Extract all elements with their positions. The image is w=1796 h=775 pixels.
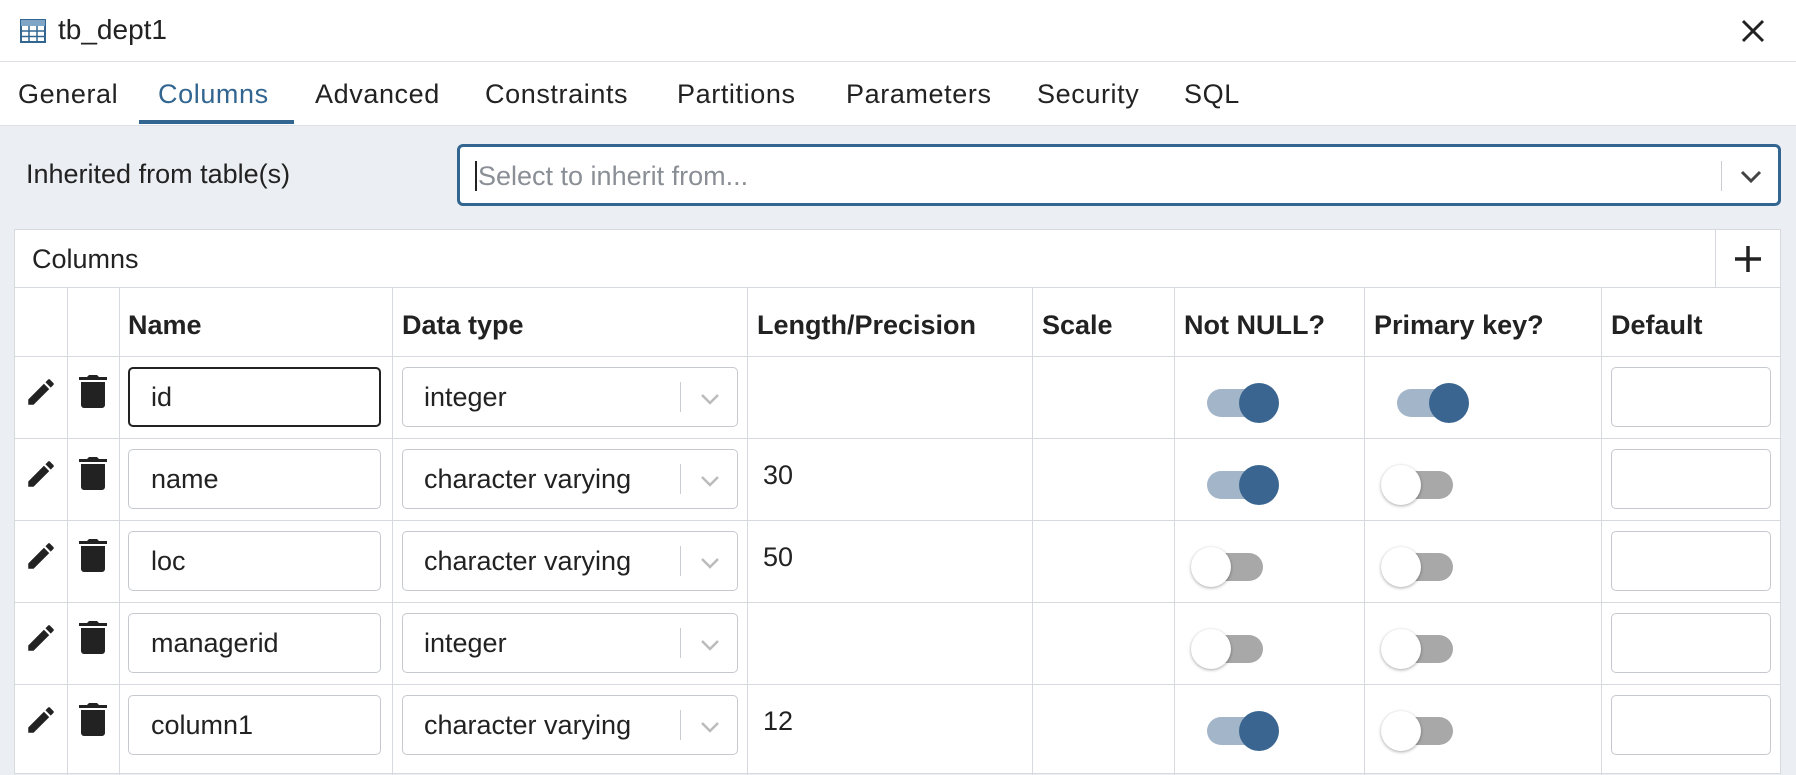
grid-line <box>1174 288 1175 775</box>
chevron-down-icon <box>701 476 719 487</box>
column-name-input[interactable]: loc <box>128 531 381 591</box>
add-column-button[interactable] <box>1715 230 1780 287</box>
header-data-type: Data type <box>402 310 524 340</box>
grid-line <box>1364 288 1365 775</box>
header-name: Name <box>128 310 202 340</box>
edit-icon[interactable] <box>24 621 58 655</box>
inherit-label: Inherited from table(s) <box>26 159 291 189</box>
columns-panel: Columns Name Data type Length/Precision … <box>14 229 1781 775</box>
grid-line <box>15 356 1780 357</box>
select-separator <box>680 464 681 494</box>
data-type-select[interactable]: integer <box>402 613 738 673</box>
chevron-down-icon <box>701 722 719 733</box>
primary-key-toggle[interactable] <box>1381 457 1457 505</box>
trash-icon[interactable] <box>79 456 107 490</box>
tab-advanced[interactable]: Advanced <box>315 78 440 110</box>
length-value[interactable]: 12 <box>763 705 793 737</box>
not-null-toggle[interactable] <box>1203 703 1279 751</box>
grid-line <box>15 684 1780 685</box>
active-tab-indicator <box>139 120 294 124</box>
columns-panel-title: Columns <box>32 244 139 274</box>
default-value-input[interactable] <box>1611 613 1771 673</box>
edit-icon[interactable] <box>24 457 58 491</box>
data-type-value: character varying <box>424 710 632 740</box>
dialog-title: tb_dept1 <box>58 14 167 45</box>
not-null-toggle[interactable] <box>1203 375 1279 423</box>
select-separator <box>1721 161 1722 191</box>
tab-columns[interactable]: Columns <box>158 78 269 110</box>
primary-key-toggle[interactable] <box>1381 539 1457 587</box>
grid-line <box>15 520 1780 521</box>
data-type-value: character varying <box>424 546 632 576</box>
column-name-input[interactable]: id <box>128 367 381 427</box>
tab-partitions[interactable]: Partitions <box>677 78 796 110</box>
close-icon[interactable] <box>1738 16 1768 46</box>
length-value[interactable]: 30 <box>763 459 793 491</box>
grid-line <box>1032 288 1033 775</box>
data-type-select[interactable]: character varying <box>402 449 738 509</box>
data-type-select[interactable]: integer <box>402 367 738 427</box>
trash-icon[interactable] <box>79 702 107 736</box>
chevron-down-icon <box>701 558 719 569</box>
inherit-select[interactable]: Select to inherit from... <box>457 144 1781 206</box>
tab-security[interactable]: Security <box>1037 78 1139 110</box>
header-not-null: Not NULL? <box>1184 310 1325 340</box>
select-separator <box>680 628 681 658</box>
tab-general[interactable]: General <box>18 78 118 110</box>
grid-line <box>15 438 1780 439</box>
select-separator <box>680 546 681 576</box>
grid-line <box>67 288 68 775</box>
text-caret <box>475 161 477 191</box>
grid-line <box>392 288 393 775</box>
edit-icon[interactable] <box>24 539 58 573</box>
select-separator <box>680 382 681 412</box>
default-value-input[interactable] <box>1611 695 1771 755</box>
primary-key-toggle[interactable] <box>1381 703 1457 751</box>
primary-key-toggle[interactable] <box>1393 375 1469 423</box>
column-name-input[interactable]: name <box>128 449 381 509</box>
header-default: Default <box>1611 310 1703 340</box>
default-value-input[interactable] <box>1611 367 1771 427</box>
plus-icon <box>1735 246 1761 272</box>
default-value-input[interactable] <box>1611 531 1771 591</box>
edit-icon[interactable] <box>24 375 58 409</box>
data-type-value: character varying <box>424 464 632 494</box>
tab-parameters[interactable]: Parameters <box>846 78 992 110</box>
primary-key-toggle[interactable] <box>1381 621 1457 669</box>
header-primary-key: Primary key? <box>1374 310 1544 340</box>
tab-bar: General Columns Advanced Constraints Par… <box>0 62 1796 126</box>
column-name-input[interactable]: column1 <box>128 695 381 755</box>
trash-icon[interactable] <box>79 538 107 572</box>
column-name-input[interactable]: managerid <box>128 613 381 673</box>
table-icon <box>20 19 46 43</box>
tab-sql[interactable]: SQL <box>1184 78 1240 110</box>
grid-line <box>747 288 748 775</box>
columns-panel-header: Columns <box>15 230 1780 288</box>
not-null-toggle[interactable] <box>1203 457 1279 505</box>
edit-icon[interactable] <box>24 703 58 737</box>
not-null-toggle[interactable] <box>1191 621 1267 669</box>
chevron-down-icon <box>701 394 719 405</box>
trash-icon[interactable] <box>79 374 107 408</box>
chevron-down-icon <box>701 640 719 651</box>
header-scale: Scale <box>1042 310 1113 340</box>
trash-icon[interactable] <box>79 620 107 654</box>
default-value-input[interactable] <box>1611 449 1771 509</box>
grid-line <box>119 288 120 775</box>
grid-line <box>1601 288 1602 775</box>
length-value[interactable]: 50 <box>763 541 793 573</box>
data-type-value: integer <box>424 382 507 412</box>
data-type-select[interactable]: character varying <box>402 531 738 591</box>
grid-line <box>15 602 1780 603</box>
data-type-select[interactable]: character varying <box>402 695 738 755</box>
not-null-toggle[interactable] <box>1191 539 1267 587</box>
tab-constraints[interactable]: Constraints <box>485 78 628 110</box>
dialog-title-bar: tb_dept1 <box>0 0 1796 62</box>
data-type-value: integer <box>424 628 507 658</box>
header-length-precision: Length/Precision <box>757 310 977 340</box>
inherit-placeholder: Select to inherit from... <box>478 161 749 191</box>
chevron-down-icon[interactable] <box>1738 163 1764 189</box>
select-separator <box>680 710 681 740</box>
